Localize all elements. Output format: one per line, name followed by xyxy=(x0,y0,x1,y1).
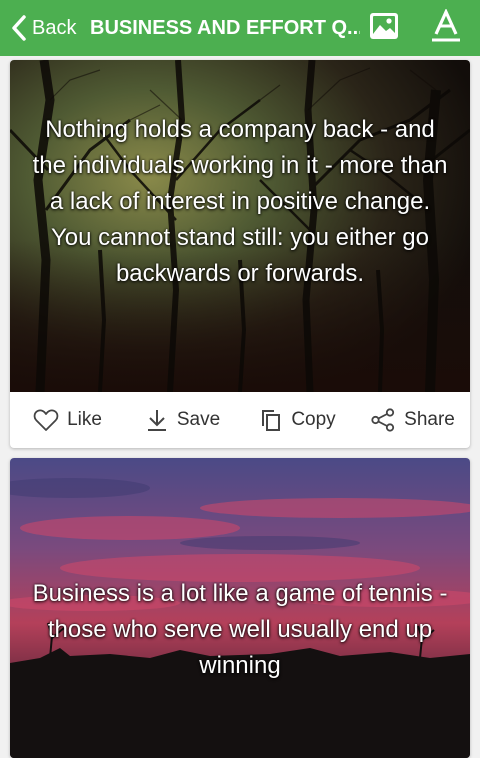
heart-icon xyxy=(33,408,59,432)
page-title: BUSINESS AND EFFORT Q... xyxy=(90,17,360,39)
chevron-left-icon xyxy=(10,14,28,42)
back-button[interactable]: Back xyxy=(10,0,76,56)
quote-card: Nothing holds a company back - and the i… xyxy=(10,60,470,448)
share-button[interactable]: Share xyxy=(355,408,470,432)
save-button[interactable]: Save xyxy=(125,408,240,432)
font-icon xyxy=(429,7,463,48)
quote-text: Business is a lot like a game of tennis … xyxy=(32,580,448,679)
copy-icon xyxy=(259,408,283,432)
back-label: Back xyxy=(32,16,77,39)
action-bar: Like Save Copy Share xyxy=(10,392,470,448)
share-icon xyxy=(370,408,396,432)
like-label: Like xyxy=(67,409,102,430)
quote-text: Nothing holds a company back - and the i… xyxy=(32,116,448,287)
download-icon xyxy=(145,408,169,432)
copy-label: Copy xyxy=(291,409,336,430)
image-icon xyxy=(368,10,400,47)
quote-card: Business is a lot like a game of tennis … xyxy=(10,458,470,758)
change-background-button[interactable] xyxy=(364,8,404,48)
quote-image[interactable]: Business is a lot like a game of tennis … xyxy=(10,458,470,758)
like-button[interactable]: Like xyxy=(10,408,125,432)
app-bar: Back BUSINESS AND EFFORT Q... xyxy=(0,0,480,56)
quote-image[interactable]: Nothing holds a company back - and the i… xyxy=(10,60,470,392)
save-label: Save xyxy=(176,409,221,430)
font-style-button[interactable] xyxy=(426,7,466,48)
share-label: Share xyxy=(404,409,455,430)
copy-button[interactable]: Copy xyxy=(240,408,355,432)
